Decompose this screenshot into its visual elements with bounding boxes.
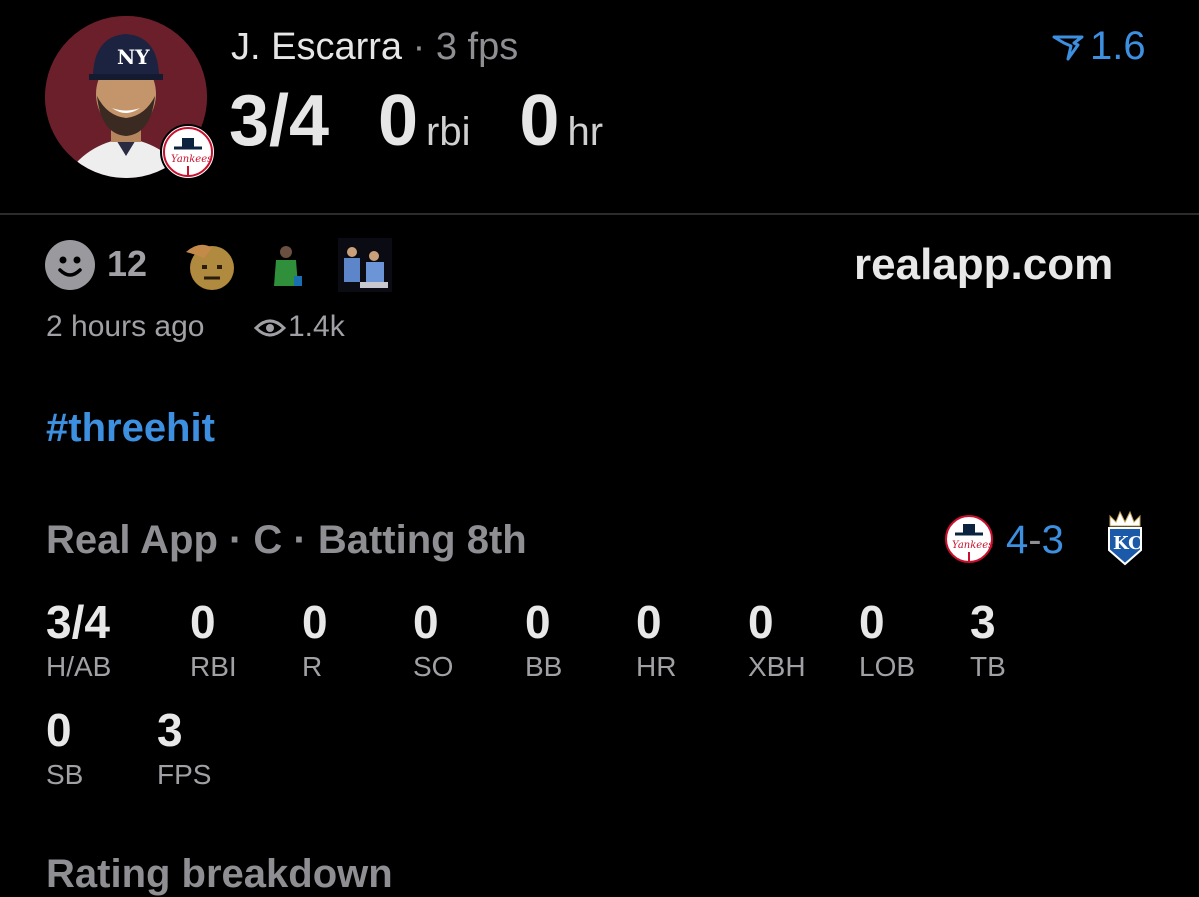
post-timestamp: 2 hours ago <box>46 310 205 343</box>
player-name[interactable]: J. Escarra <box>231 26 402 68</box>
stat-value: 0 <box>748 596 774 648</box>
title-separator: · <box>412 26 426 68</box>
stat-r: 0 R <box>302 596 328 684</box>
stat-lob: 0 LOB <box>859 596 915 684</box>
game-info: Real App · C · Batting 8th <box>46 518 527 562</box>
stat-label: SO <box>413 651 454 682</box>
hits-at-bats: 3/4 <box>229 81 330 161</box>
stat-label: BB <box>525 651 563 682</box>
stat-value: 0 <box>46 704 72 756</box>
header-divider <box>0 213 1199 215</box>
rbi-value: 0 <box>378 81 419 161</box>
yankees-logo-icon[interactable]: Yankees <box>944 514 994 564</box>
stat-label: HR <box>636 651 677 682</box>
stat-label: H/AB <box>46 651 112 682</box>
real-rating-icon <box>1052 35 1084 60</box>
svg-text:NY: NY <box>117 45 150 69</box>
eye-icon <box>253 316 287 340</box>
stat-hr: 0 HR <box>636 596 676 684</box>
stat-value: 3 <box>970 596 996 648</box>
player-gif-icon[interactable] <box>264 238 318 292</box>
stat-value: 0 <box>413 596 439 648</box>
stat-fps: 3 FPS <box>157 704 211 792</box>
svg-text:Yankees: Yankees <box>952 540 993 551</box>
stat-label: LOB <box>859 651 916 682</box>
svg-text:Yankees: Yankees <box>171 154 212 165</box>
reaction-count[interactable]: 12 <box>107 243 147 285</box>
stat-label: FPS <box>157 759 212 790</box>
stat-bb: 0 BB <box>525 596 562 684</box>
source-domain-link[interactable]: realapp.com <box>854 240 1113 290</box>
score-home: 4 <box>1006 518 1029 562</box>
players-gif-icon[interactable] <box>338 238 392 292</box>
game-score[interactable]: 4-3 <box>1006 518 1064 563</box>
svg-text:KC: KC <box>1113 533 1143 554</box>
stat-value: 0 <box>525 596 551 648</box>
view-count: 1.4k <box>288 310 345 343</box>
score-away: 3 <box>1041 518 1064 562</box>
royals-logo-icon[interactable]: KC <box>1106 510 1144 566</box>
stat-label: TB <box>970 651 1006 682</box>
stat-value: 3 <box>157 704 183 756</box>
stat-label: XBH <box>748 651 806 682</box>
rating-breakdown-heading: Rating breakdown <box>46 852 393 896</box>
stat-value: 0 <box>190 596 216 648</box>
stat-value: 0 <box>636 596 662 648</box>
yankees-badge-icon: Yankees <box>160 124 216 180</box>
salute-emoji-icon[interactable] <box>182 238 236 292</box>
hashtag-link[interactable]: #threehit <box>46 406 215 451</box>
stat-tb: 3 TB <box>970 596 1006 684</box>
stat-label: RBI <box>190 651 237 682</box>
stat-so: 0 SO <box>413 596 453 684</box>
headline-stats: 3/4 0 rbi 0 hr <box>229 80 603 162</box>
stat-value: 0 <box>859 596 885 648</box>
stat-sb: 0 SB <box>46 704 83 792</box>
rbi-unit: rbi <box>426 110 471 154</box>
stat-label: R <box>302 651 323 682</box>
stat-label: SB <box>46 759 84 790</box>
stat-value: 3/4 <box>46 596 110 648</box>
player-title[interactable]: J. Escarra · 3 fps <box>231 24 518 70</box>
hr-unit: hr <box>567 110 604 154</box>
stat-value: 0 <box>302 596 328 648</box>
stat-xbh: 0 XBH <box>748 596 806 684</box>
score-dash: - <box>1028 518 1042 562</box>
smile-icon[interactable] <box>45 240 95 290</box>
rating-value: 1.6 <box>1090 24 1146 68</box>
rating-badge[interactable]: 1.6 <box>1052 24 1146 69</box>
stat-rbi: 0 RBI <box>190 596 237 684</box>
fantasy-points: 3 fps <box>435 26 519 68</box>
stat-h-ab: 3/4 H/AB <box>46 596 111 684</box>
hr-value: 0 <box>519 81 560 161</box>
